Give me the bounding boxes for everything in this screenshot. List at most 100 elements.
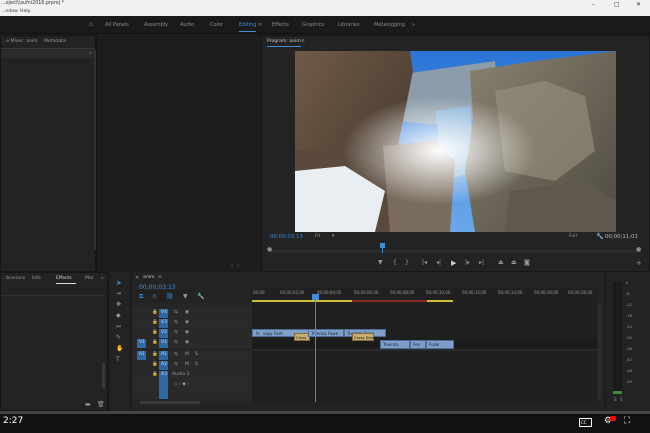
solo-left-button[interactable]: S xyxy=(614,398,617,402)
solo-button[interactable]: S xyxy=(195,352,198,358)
track-v4[interactable]: 🔒 V4 ⇆ ◉ xyxy=(132,309,252,318)
track-select-tool-icon[interactable]: ⇥ xyxy=(116,291,121,297)
add-button-icon[interactable]: + xyxy=(636,260,642,267)
mark-out-icon[interactable]: } xyxy=(405,260,409,266)
workspace-audio[interactable]: Audio xyxy=(180,22,194,28)
track-lock-icon[interactable]: 🔒 xyxy=(152,372,158,378)
fit-dropdown-arrow[interactable]: ▾ xyxy=(332,234,334,240)
visibility-eye-icon[interactable]: ◉ xyxy=(185,310,189,316)
timeline-playhead[interactable] xyxy=(312,294,319,402)
fullscreen-icon[interactable]: ⛶ xyxy=(624,417,630,426)
nest-icon[interactable]: ⧉ xyxy=(139,294,143,300)
tab-metadata[interactable]: Metadata xyxy=(44,39,66,45)
snap-icon[interactable]: ∩ xyxy=(152,294,156,300)
track-lock-icon[interactable]: 🔒 xyxy=(152,310,158,316)
folder-icon[interactable]: ▬ xyxy=(85,402,91,408)
workspace-assembly[interactable]: Assembly xyxy=(144,22,168,28)
visibility-eye-icon[interactable]: ◉ xyxy=(185,340,189,346)
track-name[interactable]: Audio 2 xyxy=(172,372,189,378)
panel-more[interactable]: » xyxy=(101,276,104,282)
hand-tool-icon[interactable]: ✋ xyxy=(116,346,123,352)
sync-lock-icon[interactable]: ⇆ xyxy=(174,320,178,326)
clip[interactable]: Fuzer xyxy=(426,340,454,349)
solo-right-button[interactable]: S xyxy=(620,398,623,402)
razor-tool-icon[interactable]: ◆ xyxy=(116,313,121,319)
tab-info[interactable]: Info xyxy=(32,276,41,282)
ripple-edit-tool-icon[interactable]: ✥ xyxy=(116,302,121,308)
track-lock-icon[interactable]: 🔒 xyxy=(152,320,158,326)
timeline-timecode[interactable]: 00;00;03;13 xyxy=(139,285,176,291)
extract-icon[interactable]: ⏏ xyxy=(511,260,517,266)
zoom-handle-left-icon[interactable]: ● xyxy=(267,247,272,253)
sync-lock-icon[interactable]: ⇆ xyxy=(174,362,178,368)
selection-tool-icon[interactable]: ➤ xyxy=(116,280,122,287)
menu-help[interactable]: Help xyxy=(20,9,30,15)
fit-dropdown[interactable]: Fit xyxy=(315,234,320,240)
type-tool-icon[interactable]: T xyxy=(116,357,120,363)
wrench-icon[interactable]: 🔧 xyxy=(596,234,603,240)
sync-lock-icon[interactable]: ⇆ xyxy=(174,330,178,336)
sync-lock-icon[interactable]: ⇆ xyxy=(174,310,178,316)
tab-markers[interactable]: Mar xyxy=(85,276,94,282)
clip[interactable]: Trvenza xyxy=(380,340,410,349)
workspace-metalogging[interactable]: Metalogging xyxy=(374,22,405,28)
maximize-button[interactable]: □ xyxy=(614,2,620,8)
camera-icon[interactable]: ◙ xyxy=(524,260,530,266)
scrollbar[interactable] xyxy=(102,363,105,388)
keyframe-nav-icon[interactable]: ◇ ‹ ◆ › xyxy=(174,382,189,388)
track-a3[interactable]: 🔒 A3 Audio 2 ◇ ‹ ◆ › xyxy=(132,371,252,399)
track-v1[interactable]: V1 🔒 V1 ⇆ ◉ xyxy=(132,339,252,348)
lift-icon[interactable]: ⏏ xyxy=(498,260,504,266)
visibility-eye-icon[interactable]: ◉ xyxy=(185,330,189,336)
go-to-out-icon[interactable]: ▸| xyxy=(479,260,484,266)
progress-bar[interactable] xyxy=(0,411,650,414)
add-marker-icon[interactable]: ▼ xyxy=(183,294,188,300)
mark-in-icon[interactable]: { xyxy=(393,260,397,266)
tab-audio-mixer[interactable]: ...e Mixer: anim xyxy=(2,39,38,45)
playhead-marker[interactable] xyxy=(379,242,386,253)
close-button[interactable]: ✕ xyxy=(636,2,641,8)
linked-selection-icon[interactable]: ⛓ xyxy=(166,294,174,300)
slip-tool-icon[interactable]: ↔ xyxy=(116,324,121,330)
timeline-vertical-scrollbar[interactable] xyxy=(598,303,601,399)
zoom-handle-right-icon[interactable]: ● xyxy=(636,247,641,253)
sync-lock-icon[interactable]: ⇆ xyxy=(174,352,178,358)
track-a2[interactable]: 🔒 A2 ⇆ M S xyxy=(132,361,252,370)
track-lock-icon[interactable]: 🔒 xyxy=(152,352,158,358)
menu-window[interactable]: ...ndow xyxy=(1,9,18,15)
go-to-in-icon[interactable]: |◂ xyxy=(422,260,427,266)
workspace-libraries[interactable]: Libraries xyxy=(338,22,360,28)
export-frame-icon[interactable]: ⇩ ▭ xyxy=(230,264,241,269)
workspace-graphics[interactable]: Graphics xyxy=(302,22,324,28)
workspace-color[interactable]: Color xyxy=(210,22,223,28)
play-icon[interactable]: ▶ xyxy=(451,260,456,267)
resolution-dropdown[interactable]: Full xyxy=(569,234,577,240)
tab-effects[interactable]: Effects xyxy=(56,276,72,282)
marker-icon[interactable]: ▼ xyxy=(378,260,383,266)
track-a1[interactable]: A1 🔒 A1 ⇆ M S xyxy=(132,351,252,360)
pen-tool-icon[interactable]: ✎ xyxy=(116,335,121,341)
transition[interactable]: Cross Dissol xyxy=(352,333,377,341)
track-lock-icon[interactable]: 🔒 xyxy=(152,330,158,336)
settings-wrench-icon[interactable]: 🔧 xyxy=(197,294,204,300)
program-menu-icon[interactable]: ≡ xyxy=(301,39,305,45)
sequence-menu-icon[interactable]: ≡ xyxy=(158,275,162,281)
track-v3[interactable]: 🔒 V3 ⇆ ◉ xyxy=(132,319,252,328)
workspace-effects[interactable]: Effects xyxy=(272,22,289,28)
home-icon[interactable]: ⌂ xyxy=(89,22,93,28)
mute-button[interactable]: M xyxy=(185,352,189,358)
track-lock-icon[interactable]: 🔒 xyxy=(152,340,158,346)
playhead-timecode[interactable]: 00;00;03;13 xyxy=(270,234,303,240)
panel-more[interactable]: » xyxy=(89,51,92,57)
minimize-button[interactable]: – xyxy=(592,2,595,8)
trash-icon[interactable]: 🗑 xyxy=(97,402,105,408)
sync-lock-icon[interactable]: ⇆ xyxy=(174,340,178,346)
track-area[interactable]: fx sapy Fash Cross Trvenza Fowe Trvenza … xyxy=(252,303,597,402)
sequence-tab[interactable]: anim xyxy=(143,275,154,281)
track-lock-icon[interactable]: 🔒 xyxy=(152,362,158,368)
workspace-all-panels[interactable]: All Panels xyxy=(105,22,129,28)
step-back-icon[interactable]: ◂| xyxy=(436,260,441,266)
step-forward-icon[interactable]: |▸ xyxy=(465,260,470,266)
captions-button[interactable]: CC xyxy=(579,418,592,427)
workspace-menu-icon[interactable]: ≡ xyxy=(258,22,262,28)
